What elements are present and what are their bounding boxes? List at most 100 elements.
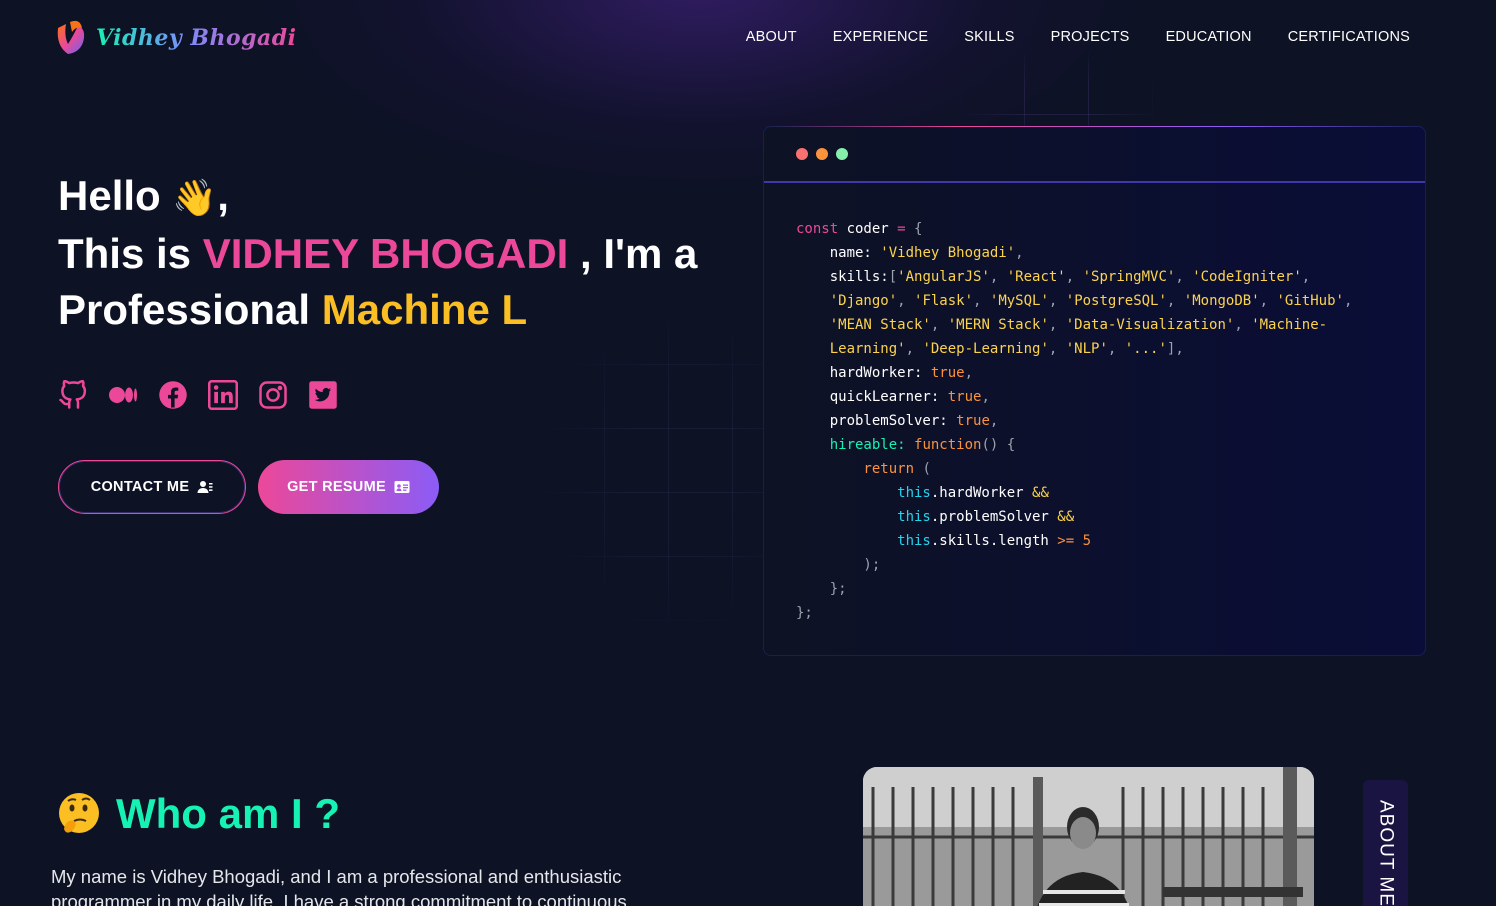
code-token: , <box>1065 269 1083 285</box>
code-token: hardWorker: <box>796 365 931 381</box>
code-token: , <box>1301 269 1311 285</box>
about-section-title: Who am I ? <box>56 790 340 838</box>
facebook-icon[interactable] <box>158 380 188 410</box>
code-token: , <box>1048 293 1066 309</box>
code-token: this <box>796 533 931 549</box>
code-token: 'MERN Stack' <box>947 317 1049 333</box>
code-token: , <box>905 341 923 357</box>
code-token: 'Deep-Learning' <box>922 341 1049 357</box>
contact-me-button[interactable]: CONTACT ME <box>58 460 246 514</box>
logo-text: Vidhey Bhogadi <box>96 25 297 51</box>
code-line: this.skills.length >= 5 <box>796 529 1425 553</box>
hero-buttons: CONTACT ME GET RESUME <box>58 460 439 514</box>
about-heading: Who am I ? <box>116 790 340 837</box>
medium-icon[interactable] <box>108 380 138 410</box>
hello-text: Hello <box>58 172 161 219</box>
linkedin-icon[interactable] <box>208 380 238 410</box>
about-me-side-tab[interactable]: ABOUT ME <box>1363 780 1408 906</box>
code-token: , <box>1048 341 1066 357</box>
code-token: name: <box>796 245 881 261</box>
nav-experience[interactable]: EXPERIENCE <box>833 29 928 45</box>
code-snippet: const coder = { name: 'Vidhey Bhogadi', … <box>764 183 1425 625</box>
waving-hand-icon: 👋 <box>172 177 218 218</box>
code-token: problemSolver: <box>796 413 957 429</box>
professional-text: Professional <box>58 286 311 333</box>
code-token: , <box>1107 341 1125 357</box>
code-token: && <box>1057 509 1075 525</box>
hero-name: VIDHEY BHOGADI <box>202 230 569 277</box>
code-token: 'MEAN Stack' <box>829 317 931 333</box>
code-window: const coder = { name: 'Vidhey Bhogadi', … <box>763 126 1426 656</box>
code-token: 'MySQL' <box>989 293 1049 309</box>
code-line: ); <box>796 553 1425 577</box>
site-logo[interactable]: Vidhey Bhogadi <box>52 18 297 58</box>
code-token: Learning' <box>829 341 906 357</box>
code-token: hireable: <box>796 437 915 453</box>
contact-user-icon <box>197 481 213 493</box>
code-token: function <box>914 437 982 453</box>
code-line: this.hardWorker && <box>796 481 1425 505</box>
code-token: , <box>1234 317 1252 333</box>
code-token: 'Data-Visualization' <box>1065 317 1235 333</box>
nav-about[interactable]: ABOUT <box>746 29 797 45</box>
im-a-text: , I'm a <box>580 230 698 277</box>
code-token: , <box>989 413 999 429</box>
instagram-icon[interactable] <box>258 380 288 410</box>
code-token: 'Vidhey Bhogadi' <box>880 245 1016 261</box>
code-line: Learning', 'Deep-Learning', 'NLP', '...'… <box>796 337 1425 361</box>
code-line: problemSolver: true, <box>796 409 1425 433</box>
code-line: const coder = { <box>796 217 1425 241</box>
code-token: , <box>989 269 1007 285</box>
contact-me-label: CONTACT ME <box>90 479 190 495</box>
social-links <box>58 380 338 410</box>
code-token: skills: <box>796 269 889 285</box>
code-token: ); <box>796 557 881 573</box>
logo-mark-icon <box>57 20 85 54</box>
code-token: = <box>897 221 915 237</box>
code-line: quickLearner: true, <box>796 385 1425 409</box>
resume-card-icon <box>394 481 410 493</box>
code-token: , <box>897 293 915 309</box>
code-line: hireable: function() { <box>796 433 1425 457</box>
code-token: .skills.length <box>930 533 1058 549</box>
typed-role: Machine L <box>321 286 528 333</box>
code-line: 'Django', 'Flask', 'MySQL', 'PostgreSQL'… <box>796 289 1425 313</box>
twitter-icon[interactable] <box>308 380 338 410</box>
nav-education[interactable]: EDUCATION <box>1166 29 1252 45</box>
code-token: , <box>1048 317 1066 333</box>
main-nav: ABOUT EXPERIENCE SKILLS PROJECTS EDUCATI… <box>746 29 1410 45</box>
window-dot-red-icon <box>796 148 808 160</box>
code-token: }; <box>796 605 813 621</box>
code-token: 'CodeIgniter' <box>1192 269 1302 285</box>
code-token: , <box>1015 245 1024 261</box>
github-icon[interactable] <box>58 380 88 410</box>
code-token: >= 5 <box>1057 533 1092 549</box>
nav-projects[interactable]: PROJECTS <box>1051 29 1130 45</box>
code-token: .hardWorker <box>930 485 1033 501</box>
code-token: 'Django' <box>829 293 898 309</box>
about-paragraph: My name is Vidhey Bhogadi, and I am a pr… <box>51 866 627 906</box>
code-token: , <box>981 389 990 405</box>
nav-skills[interactable]: SKILLS <box>964 29 1014 45</box>
nav-certifications[interactable]: CERTIFICATIONS <box>1288 29 1410 45</box>
code-line: 'MEAN Stack', 'MERN Stack', 'Data-Visual… <box>796 313 1425 337</box>
code-token: , <box>930 317 948 333</box>
get-resume-button[interactable]: GET RESUME <box>258 460 439 514</box>
hello-comma: , <box>217 172 229 219</box>
about-me-tab-label: ABOUT ME <box>1375 800 1397 906</box>
code-token: true <box>930 365 965 381</box>
code-token: '...' <box>1124 341 1167 357</box>
code-line: }; <box>796 577 1425 601</box>
code-token: { <box>914 221 923 237</box>
hero-line-hello: Hello 👋, <box>58 168 738 226</box>
code-token: const <box>796 221 847 237</box>
code-line: return ( <box>796 457 1425 481</box>
code-token: .problemSolver <box>930 509 1058 525</box>
get-resume-label: GET RESUME <box>287 479 386 495</box>
code-token: 'MongoDB' <box>1183 293 1260 309</box>
code-token: ], <box>1166 341 1184 357</box>
hero-line-name: This is VIDHEY BHOGADI , I'm a <box>58 226 738 282</box>
this-is-text: This is <box>58 230 192 277</box>
